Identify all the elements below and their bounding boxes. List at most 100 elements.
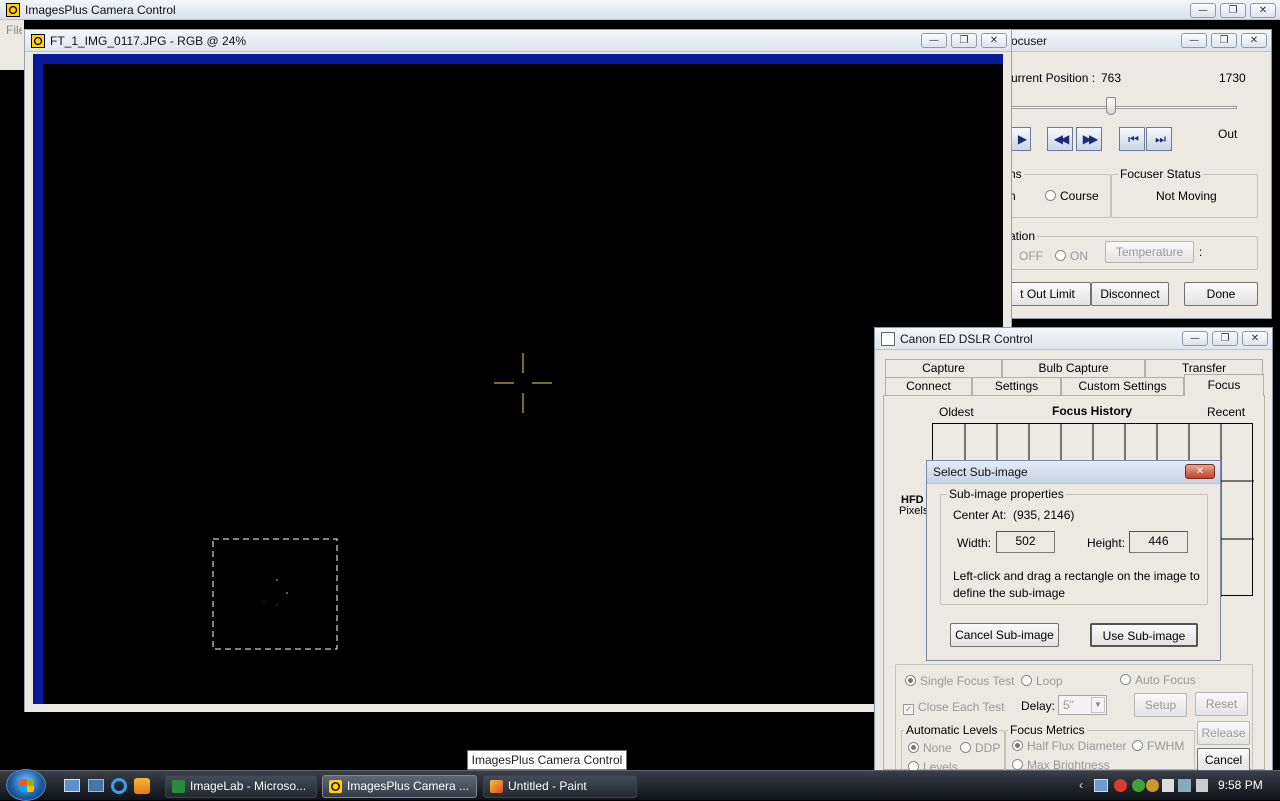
temp-on-radio-circle[interactable] <box>1055 250 1066 261</box>
focus-end-button[interactable]: ⏭ <box>1146 127 1172 151</box>
taskbar-item-imagelab[interactable]: ImageLab - Microso... <box>165 775 317 798</box>
focus-in-button[interactable]: ▶ <box>1011 127 1031 151</box>
focus-start-button[interactable]: ⏮ <box>1119 127 1145 151</box>
course-radio-circle[interactable] <box>1045 190 1056 201</box>
tray-device-icon[interactable] <box>1162 779 1174 792</box>
focuser-close-button[interactable]: ✕ <box>1241 33 1267 48</box>
star-point <box>276 579 278 581</box>
loop-radio[interactable]: Loop <box>1021 674 1063 688</box>
fwhm-radio[interactable]: FWHM <box>1132 739 1184 753</box>
tab-capture[interactable]: Capture <box>885 359 1002 377</box>
close-each-test-checkbox[interactable]: ✓ Close Each Test <box>903 700 1005 715</box>
dslr-title-bar[interactable]: Canon ED DSLR Control — ❐ ✕ <box>875 328 1272 350</box>
current-position-label: urrent Position : <box>1011 71 1096 85</box>
half-flux-circle[interactable] <box>1012 740 1023 751</box>
internet-explorer-icon[interactable] <box>111 778 127 794</box>
levels-ddp-radio[interactable]: DDP <box>960 741 1000 755</box>
dslr-maximize-button[interactable]: ❐ <box>1212 331 1238 346</box>
width-field[interactable]: 502 <box>996 531 1055 553</box>
course-radio[interactable]: Course <box>1045 189 1099 203</box>
image-title-bar[interactable]: FT_1_IMG_0117.JPG - RGB @ 24% — ❐ ✕ <box>25 30 1011 52</box>
cancel-subimage-button[interactable]: Cancel Sub-image <box>950 623 1059 647</box>
tray-volume-icon[interactable] <box>1196 779 1208 792</box>
automatic-levels-group: Automatic Levels None DDP Levels <box>901 723 1005 774</box>
image-close-button[interactable]: ✕ <box>981 33 1007 48</box>
delay-select[interactable]: 5" ▼ <box>1058 695 1107 715</box>
media-player-icon[interactable] <box>134 778 150 794</box>
levels-none-circle[interactable] <box>908 742 919 753</box>
image-minimize-button[interactable]: — <box>921 33 947 48</box>
fwhm-circle[interactable] <box>1132 740 1143 751</box>
chevron-down-icon: ▼ <box>1091 697 1105 713</box>
reset-button[interactable]: Reset <box>1195 692 1248 716</box>
temp-on-radio[interactable]: ON <box>1055 249 1088 263</box>
delay-label: Delay: <box>1021 699 1056 713</box>
tab-bulb-capture[interactable]: Bulb Capture <box>1002 359 1145 377</box>
tab-connect[interactable]: Connect <box>885 377 972 395</box>
automatic-levels-label: Automatic Levels <box>904 723 1000 737</box>
tab-custom-settings[interactable]: Custom Settings <box>1061 377 1184 395</box>
main-title-bar[interactable]: ImagesPlus Camera Control — ❐ ✕ <box>0 0 1280 20</box>
single-focus-test-radio[interactable]: Single Focus Test <box>905 674 1015 688</box>
loop-radio-circle[interactable] <box>1021 675 1032 686</box>
taskbar-clock[interactable]: 9:58 PM <box>1218 778 1263 792</box>
tray-update-icon[interactable] <box>1146 779 1159 792</box>
tab-focus[interactable]: Focus <box>1184 374 1264 396</box>
tray-antivirus-icon[interactable] <box>1132 779 1145 792</box>
slider-thumb[interactable] <box>1106 97 1116 115</box>
close-each-test-check[interactable]: ✓ <box>903 704 914 715</box>
focuser-minimize-button[interactable]: — <box>1181 33 1207 48</box>
start-button[interactable] <box>6 769 46 801</box>
menu-file[interactable]: File <box>6 23 22 37</box>
image-canvas[interactable] <box>43 64 1003 704</box>
taskbar-item-paint[interactable]: Untitled - Paint <box>483 775 637 798</box>
taskbar-item-imagesplus[interactable]: ImagesPlus Camera ... <box>322 775 477 798</box>
tray-security-icon[interactable] <box>1114 779 1127 792</box>
main-close-button[interactable]: ✕ <box>1250 3 1276 18</box>
subimage-close-button[interactable]: ✕ <box>1185 464 1215 479</box>
single-focus-test-circle[interactable] <box>905 675 916 686</box>
pixels-label: Pixels <box>899 505 929 517</box>
setup-button[interactable]: Setup <box>1134 693 1187 717</box>
use-subimage-button[interactable]: Use Sub-image <box>1090 623 1198 647</box>
levels-none-radio[interactable]: None <box>908 741 952 755</box>
auto-focus-radio[interactable]: Auto Focus <box>1120 673 1196 687</box>
temperature-button[interactable]: Temperature <box>1105 241 1194 263</box>
switch-windows-icon[interactable] <box>88 779 104 792</box>
done-button[interactable]: Done <box>1184 282 1258 306</box>
position-slider[interactable] <box>1011 92 1237 118</box>
focuser-maximize-button[interactable]: ❐ <box>1211 33 1237 48</box>
disconnect-button[interactable]: Disconnect <box>1091 282 1169 306</box>
taskbar-item-label: ImagesPlus Camera ... <box>347 779 470 793</box>
focus-fast-in-button[interactable]: ◀◀ <box>1047 127 1073 151</box>
main-minimize-button[interactable]: — <box>1190 3 1216 18</box>
height-field[interactable]: 446 <box>1129 531 1188 553</box>
dslr-cancel-button[interactable]: Cancel <box>1197 748 1250 772</box>
star-point <box>263 601 265 603</box>
tray-network-icon[interactable] <box>1094 779 1108 792</box>
levels-ddp-circle[interactable] <box>960 742 971 753</box>
dslr-close-button[interactable]: ✕ <box>1242 331 1268 346</box>
tray-network2-icon[interactable] <box>1178 779 1191 792</box>
focuser-title-bar[interactable]: ocuser — ❐ ✕ <box>985 30 1271 52</box>
steps-group: ns n Course <box>1005 167 1111 218</box>
max-brightness-circle[interactable] <box>1012 759 1023 770</box>
main-maximize-button[interactable]: ❐ <box>1220 3 1246 18</box>
set-out-limit-button[interactable]: t Out Limit <box>1005 282 1091 306</box>
show-desktop-icon[interactable] <box>64 779 80 792</box>
focus-metrics-label: Focus Metrics <box>1008 723 1087 737</box>
current-position-value: 763 <box>1101 71 1122 85</box>
half-flux-radio[interactable]: Half Flux Diameter <box>1012 739 1126 753</box>
focus-fast-out-button[interactable]: ▶▶ <box>1076 127 1102 151</box>
tray-expand-icon[interactable]: ‹ <box>1079 778 1083 792</box>
temp-off-radio[interactable]: OFF <box>1019 249 1043 263</box>
slider-track <box>1011 106 1237 109</box>
image-window: FT_1_IMG_0117.JPG - RGB @ 24% — ❐ ✕ <box>24 29 1012 712</box>
dslr-minimize-button[interactable]: — <box>1182 331 1208 346</box>
subimage-title-bar[interactable]: Select Sub-image ✕ <box>927 461 1220 484</box>
release-button[interactable]: Release <box>1197 721 1250 745</box>
image-maximize-button[interactable]: ❐ <box>951 33 977 48</box>
taskbar: ImageLab - Microso... ImagesPlus Camera … <box>0 769 1280 801</box>
tab-settings[interactable]: Settings <box>972 377 1061 395</box>
auto-focus-radio-circle[interactable] <box>1120 674 1131 685</box>
